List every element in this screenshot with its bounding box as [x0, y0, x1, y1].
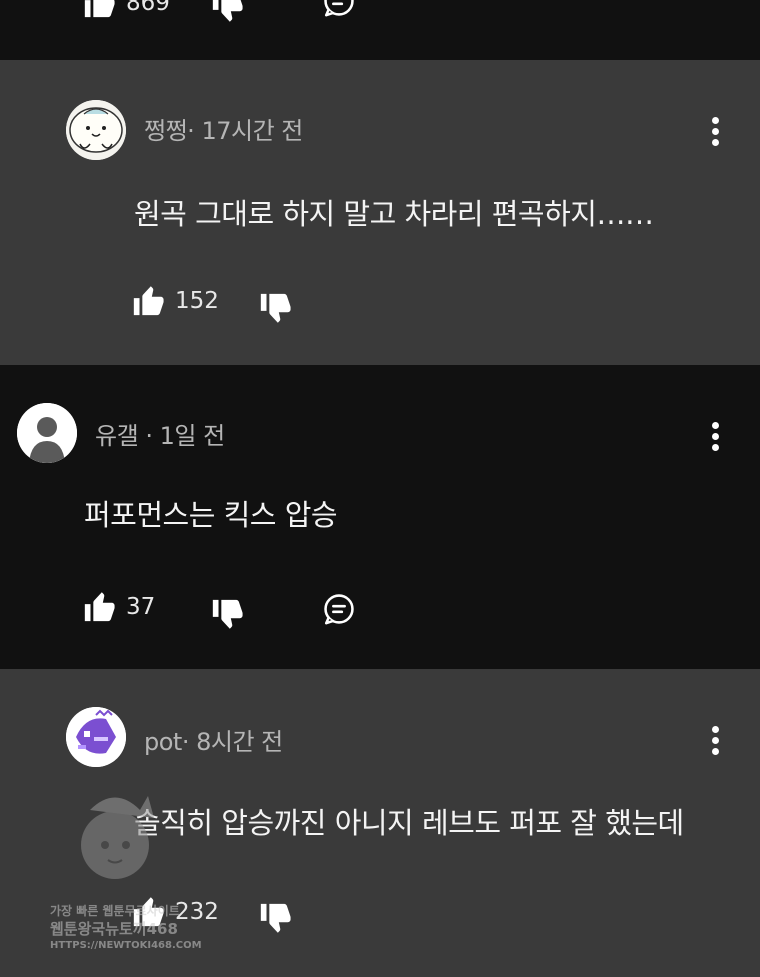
meta-separator: · [145, 422, 153, 450]
timestamp: 17시간 전 [201, 117, 303, 145]
comment-meta: pot· 8시간 전 [144, 722, 283, 757]
reply-button[interactable] [322, 592, 356, 626]
more-dot [711, 444, 719, 451]
like-count: 37 [126, 594, 156, 620]
comment-text: 솔직히 압승까진 아니지 레브도 퍼포 잘 했는데 [134, 806, 684, 840]
more-dot [711, 422, 719, 429]
reply-button[interactable] [322, 0, 356, 18]
avatar[interactable] [66, 707, 126, 767]
more-dot [711, 128, 719, 135]
more-dot [711, 737, 719, 744]
thumbs-up-icon [133, 286, 164, 316]
timestamp: 8시간 전 [196, 728, 283, 756]
more-dot [711, 117, 719, 124]
comment-partial-top: 869 [0, 0, 760, 60]
meta-separator: · [181, 728, 190, 756]
thumbs-down-icon [260, 293, 291, 323]
like-button[interactable]: 869 [82, 0, 170, 20]
like-count: 152 [175, 288, 219, 314]
avatar-image [66, 100, 126, 160]
comment-reply: 쩡쩡· 17시간 전 원곡 그대로 하지 말고 차라리 편곡하지…… 152 [0, 60, 760, 365]
comment: 유갤 · 1일 전 퍼포먼스는 킥스 압승 37 [0, 365, 760, 669]
author-name[interactable]: 유갤 [95, 422, 139, 450]
avatar-image [66, 707, 126, 767]
watermark-character-icon [81, 796, 154, 879]
watermark-line3: HTTPS://NEWTOKI468.COM [50, 940, 202, 951]
author-name[interactable]: pot [144, 728, 182, 756]
more-dot [711, 139, 719, 146]
default-avatar-icon [17, 403, 77, 463]
like-button[interactable]: 37 [82, 590, 155, 624]
watermark-line1: 가장 빠른 웹툰무료사이트 [50, 904, 180, 918]
meta-separator: · [187, 117, 195, 145]
more-options-button[interactable] [708, 422, 722, 452]
dislike-button[interactable] [210, 597, 244, 631]
watermark-line2: 웹툰왕국뉴토끼468 [50, 920, 178, 938]
more-dot [711, 433, 719, 440]
dislike-button[interactable] [258, 291, 292, 325]
avatar[interactable] [17, 403, 77, 463]
thumbs-up-icon [84, 592, 115, 622]
comment-text: 퍼포먼스는 킥스 압승 [84, 498, 338, 532]
comment-meta: 쩡쩡· 17시간 전 [144, 111, 303, 146]
more-options-button[interactable] [708, 117, 722, 147]
thumbs-down-icon [212, 0, 243, 22]
like-count: 869 [126, 0, 170, 16]
timestamp: 1일 전 [159, 422, 226, 450]
thumbs-up-icon [84, 0, 115, 18]
author-name[interactable]: 쩡쩡 [144, 117, 188, 145]
avatar[interactable] [66, 100, 126, 160]
more-options-button[interactable] [708, 726, 722, 756]
comment-bubble-icon [324, 0, 354, 17]
comment-text: 원곡 그대로 하지 말고 차라리 편곡하지…… [134, 197, 654, 231]
more-dot [711, 726, 719, 733]
like-button[interactable]: 152 [131, 284, 219, 318]
thumbs-down-icon [260, 903, 291, 933]
thumbs-down-icon [212, 599, 243, 629]
comment-bubble-icon [324, 594, 354, 625]
watermark: 가장 빠른 웹툰무료사이트 웹툰왕국뉴토끼468 HTTPS://NEWTOKI… [50, 790, 202, 960]
more-dot [711, 748, 719, 755]
dislike-button[interactable] [210, 0, 244, 24]
comment-meta: 유갤 · 1일 전 [95, 416, 225, 451]
dislike-button[interactable] [258, 901, 292, 935]
